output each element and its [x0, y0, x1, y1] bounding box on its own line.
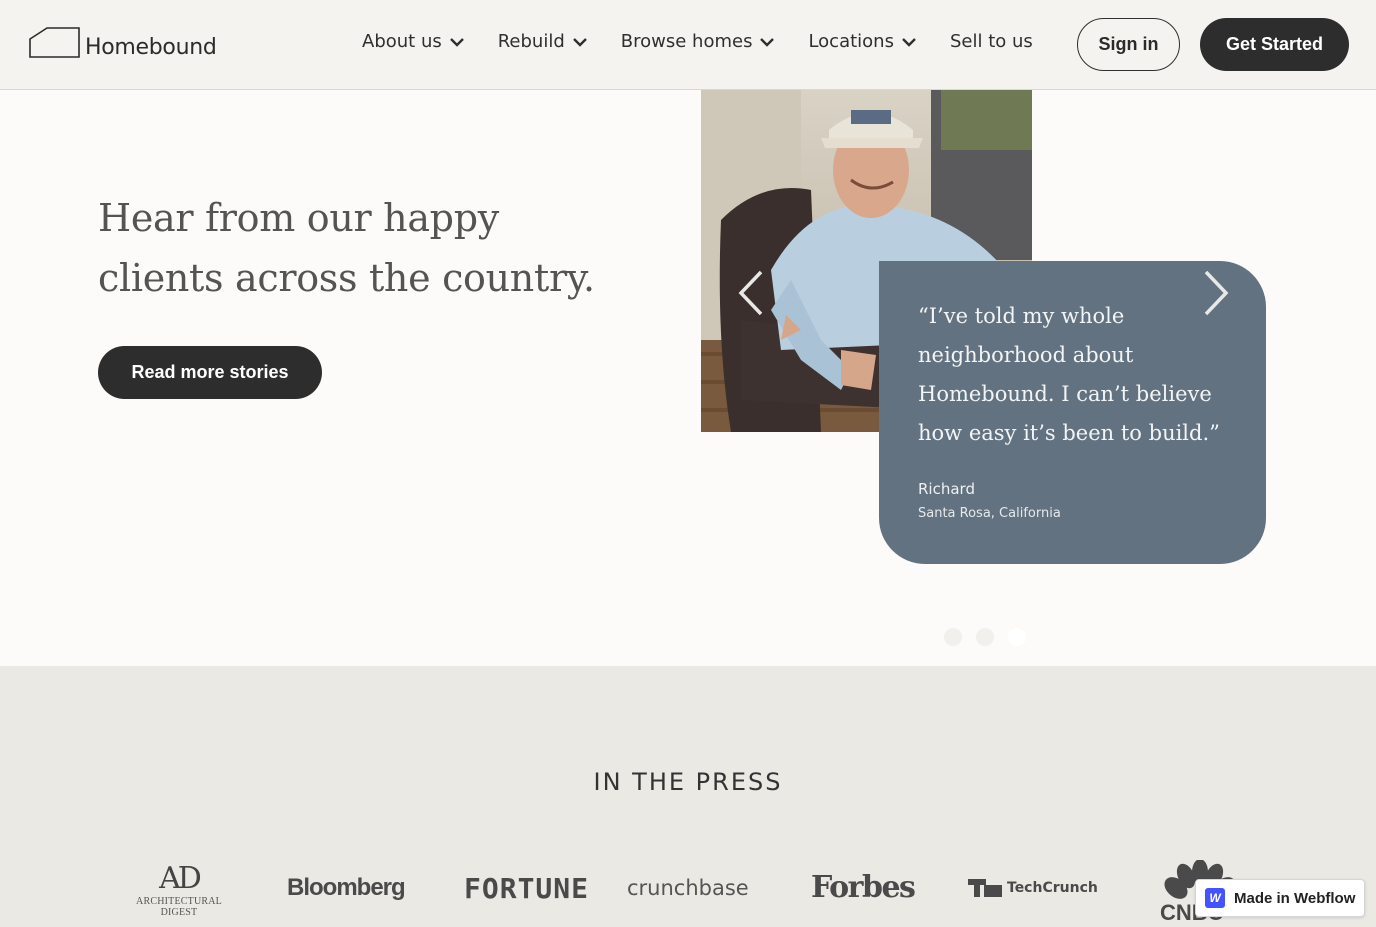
webflow-badge-label: Made in Webflow: [1234, 889, 1356, 907]
main-nav: About us Rebuild Browse homes Locations …: [362, 31, 1033, 52]
chevron-down-icon: [902, 37, 916, 47]
nav-rebuild[interactable]: Rebuild: [498, 31, 588, 52]
chevron-down-icon: [449, 37, 464, 47]
techcrunch-mark-icon: [968, 879, 1002, 897]
testimonials-heading: Hear from our happy clients across the c…: [98, 188, 618, 308]
nav-label: Locations: [808, 31, 894, 52]
testimonial-location: Santa Rosa, California: [918, 506, 1061, 521]
testimonial-quote: “I’ve told my whole neighborhood about H…: [918, 304, 1220, 445]
crunchbase-logo: crunchbase: [627, 876, 749, 900]
nav-label: Sell to us: [949, 31, 1033, 52]
sign-in-button[interactable]: Sign in: [1077, 18, 1180, 71]
nav-locations[interactable]: Locations: [808, 31, 917, 52]
slider-dot[interactable]: [944, 628, 962, 646]
press-title: IN THE PRESS: [593, 768, 783, 796]
read-more-stories-button[interactable]: Read more stories: [98, 346, 322, 399]
fortune-logo: FORTUNE: [464, 872, 590, 905]
ad-subtitle: ARCHITECTURAL DIGEST: [136, 896, 222, 918]
heading-line: clients across the country.: [98, 256, 595, 300]
techcrunch-logo: TechCrunch: [968, 879, 1098, 897]
made-in-webflow-badge[interactable]: W Made in Webflow: [1195, 879, 1365, 917]
testimonial-author: Richard: [918, 480, 975, 498]
site-header: Homebound About us Rebuild Browse homes …: [0, 0, 1376, 90]
press-section: IN THE PRESS AD ARCHITECTURAL DIGEST Blo…: [0, 666, 1376, 927]
chevron-down-icon: [760, 37, 775, 47]
chevron-left-icon[interactable]: [733, 268, 767, 318]
slider-dot[interactable]: [976, 628, 994, 646]
nav-browse-homes[interactable]: Browse homes: [621, 31, 776, 52]
chevron-right-icon[interactable]: [1200, 268, 1234, 318]
architectural-digest-logo: AD ARCHITECTURAL DIGEST: [118, 861, 240, 919]
webflow-icon: W: [1205, 888, 1225, 908]
forbes-logo: Forbes: [811, 870, 916, 905]
nav-sell-to-us[interactable]: Sell to us: [950, 31, 1033, 52]
slider-dot-active[interactable]: [1008, 628, 1026, 646]
nav-label: About us: [362, 31, 442, 52]
get-started-button[interactable]: Get Started: [1200, 18, 1349, 71]
chevron-down-icon: [572, 37, 587, 47]
slider-dots: [944, 628, 1040, 646]
homebound-logo[interactable]: Homebound: [29, 26, 217, 60]
ad-mark: AD: [159, 861, 202, 896]
heading-line: Hear from our happy: [98, 196, 499, 240]
brand-name: Homebound: [85, 35, 217, 60]
bloomberg-logo: Bloomberg: [287, 874, 406, 901]
nav-label: Rebuild: [497, 31, 565, 52]
nav-label: Browse homes: [620, 31, 753, 52]
house-icon: [29, 27, 80, 58]
techcrunch-text: TechCrunch: [1007, 880, 1098, 896]
nav-about-us[interactable]: About us: [362, 31, 465, 52]
